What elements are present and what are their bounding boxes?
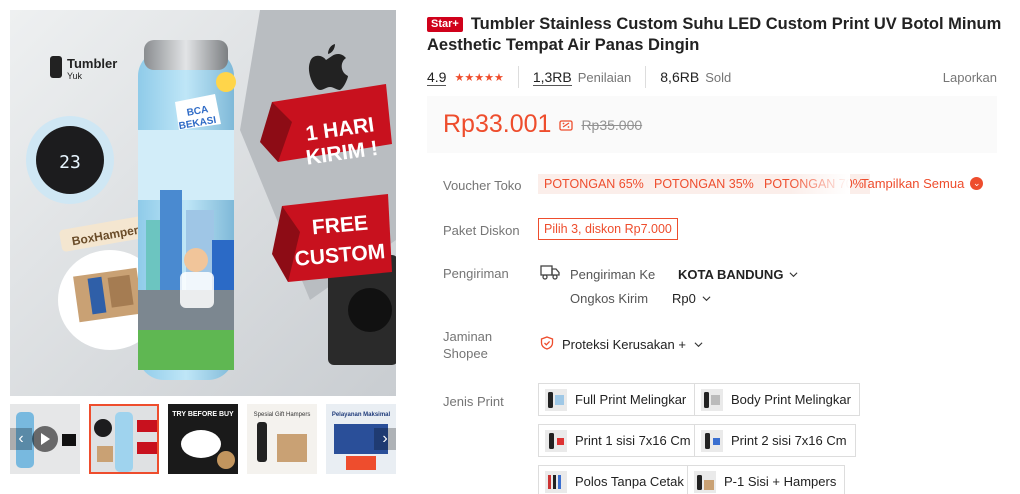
svg-text:Pelayanan Maksimal: Pelayanan Maksimal [332,412,391,418]
variant-option-label: Polos Tanpa Cetak [575,474,684,489]
star-plus-badge: Star+ [427,17,463,32]
sold-count: 8,6RB [660,69,700,85]
chevron-down-icon [789,272,798,278]
product-main-image[interactable]: 23 Tumbler Yuk BoxHampers BCA BEKASI 1 H… [10,10,396,396]
variant-option[interactable]: Print 2 sisi 7x16 Cm [694,424,856,457]
guarantee-value: Proteksi Kerusakan + [562,337,686,352]
variant-label: Jenis Print [443,394,504,409]
star-icon: ★ [484,71,494,84]
ship-cost-selector[interactable]: Rp0 [672,290,711,307]
guarantee-selector[interactable]: Proteksi Kerusakan + [562,336,703,353]
ship-to-selector[interactable]: KOTA BANDUNG [678,266,798,283]
thumbnail-image[interactable]: TRY BEFORE BUY [168,404,238,474]
bundle-label: Paket Diskon [443,223,520,238]
play-icon[interactable] [32,426,58,452]
variant-thumbnail [545,429,567,452]
variant-option[interactable]: Body Print Melingkar [694,383,860,416]
divider [517,66,519,88]
rating-stat[interactable]: 4.9 ★ ★ ★ ★ ★ [427,69,504,86]
star-icon: ★ [493,71,504,84]
voucher-label: Voucher Toko [443,178,522,193]
product-stats: 4.9 ★ ★ ★ ★ ★ 1,3RB Penilaian 8,6RB Sold… [427,66,997,88]
ship-to-value: KOTA BANDUNG [678,267,784,282]
svg-text:23: 23 [59,152,81,173]
voucher-tag[interactable]: POTONGAN 35% [648,174,760,194]
current-price: Rp33.001 [443,110,552,138]
chevron-down-icon [702,296,711,302]
chevron-down-icon [694,342,703,348]
shipping-label: Pengiriman [443,266,509,281]
price-box: Rp33.001 Rp35.000 [427,96,997,153]
thumbnail-image[interactable] [89,404,159,474]
svg-text:Yuk: Yuk [67,71,83,81]
variant-option[interactable]: Polos Tanpa Cetak [538,465,693,494]
variant-thumbnail [694,470,716,493]
svg-text:Spesial Gift Hampers: Spesial Gift Hampers [254,412,311,418]
voucher-fade [790,172,850,196]
thumbnail-next-icon[interactable]: › [374,428,396,450]
variant-option[interactable]: Full Print Melingkar [538,383,696,416]
bundle-offer-tag[interactable]: Pilih 3, diskon Rp7.000 [538,218,678,240]
product-title-row: Star+ Tumbler Stainless Custom Suhu LED C… [427,14,1007,56]
product-title: Tumbler Stainless Custom Suhu LED Custom… [427,15,1002,54]
thumbnail-image[interactable]: Spesial Gift Hampers [247,404,317,474]
discount-info-icon[interactable] [559,118,574,132]
variant-option-label: Body Print Melingkar [731,392,851,407]
svg-text:FREE: FREE [311,212,369,240]
variant-option-label: Print 1 sisi 7x16 Cm [575,433,691,448]
report-link[interactable]: Laporkan [943,70,997,85]
variant-option-label: Print 2 sisi 7x16 Cm [731,433,847,448]
ratings-count-stat[interactable]: 1,3RB Penilaian [532,68,632,86]
ship-cost-value: Rp0 [672,291,696,306]
svg-text:Tumbler: Tumbler [67,56,117,71]
rating-stars: ★ ★ ★ ★ ★ [454,71,503,84]
voucher-tag[interactable]: POTONGAN 65% [538,174,650,194]
chevron-down-icon: ⌄ [970,177,984,190]
thumbnail-strip: ‹ TRY BEFORE BUY Spesial Gift Hampers Pe… [10,404,396,476]
ship-to-label: Pengiriman Ke [570,267,656,282]
shield-icon [540,336,554,350]
show-all-label: Tampilkan Semua [861,176,965,191]
variant-option[interactable]: P-1 Sisi + Hampers [687,465,846,494]
rating-value: 4.9 [427,68,447,86]
guarantee-label: Jaminan Shopee [443,329,493,361]
variant-option[interactable]: Print 1 sisi 7x16 Cm [538,424,700,457]
svg-text:TRY BEFORE BUY: TRY BEFORE BUY [172,411,234,418]
thumbnail-prev-icon[interactable]: ‹ [10,428,32,450]
variant-option-label: P-1 Sisi + Hampers [724,474,837,489]
star-icon: ★ [454,71,465,84]
ratings-count: 1,3RB [532,68,572,86]
variant-thumbnail [701,429,723,452]
ship-cost-label: Ongkos Kirim [570,291,649,306]
star-icon: ★ [464,71,475,84]
variant-thumbnail [545,388,567,411]
show-all-vouchers-button[interactable]: Tampilkan Semua ⌄ [861,176,984,191]
divider [645,66,647,88]
original-price: Rp35.000 [581,116,643,133]
ratings-label: Penilaian [577,69,632,85]
truck-icon [540,265,560,280]
variant-thumbnail [545,470,567,493]
star-icon: ★ [474,71,485,84]
variant-option-label: Full Print Melingkar [575,392,687,407]
sold-label: Sold [705,69,732,85]
sold-stat: 8,6RB Sold [660,69,731,85]
variant-thumbnail [701,388,723,411]
